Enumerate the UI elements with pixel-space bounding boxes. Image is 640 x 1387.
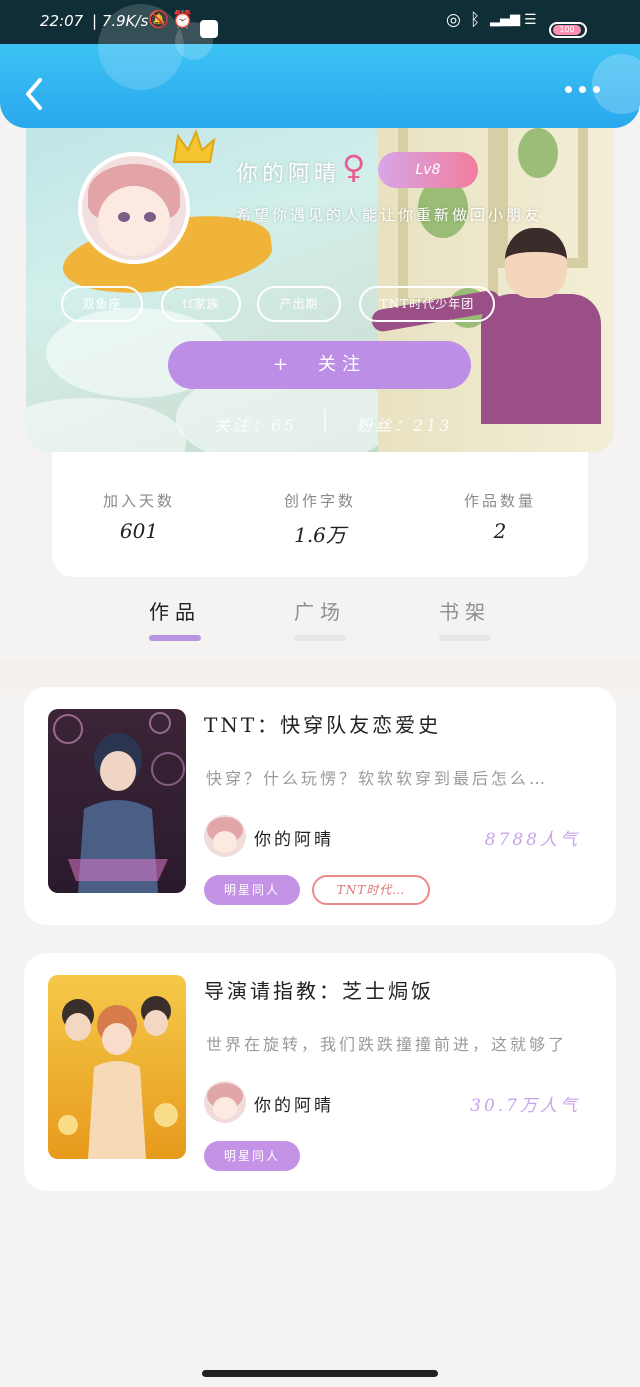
following-count[interactable]: 关注：65 [214, 412, 297, 436]
battery-icon: 100 [549, 22, 587, 38]
banner-character-art [370, 228, 601, 453]
fans-count[interactable]: 粉丝：213 [356, 412, 453, 436]
work-cover-image[interactable] [48, 975, 186, 1159]
status-network-speed: | 7.9K/s [92, 12, 149, 30]
top-nav-bar: 22:07 | 7.9K/s 🔕 ⏰ ◎ ᛒ ▂▄▆ ☰ 100 [0, 0, 640, 128]
work-tag-chip[interactable]: TNT时代… [312, 875, 430, 905]
more-button[interactable] [565, 86, 600, 93]
status-bar: 22:07 | 7.9K/s 🔕 ⏰ ◎ ᛒ ▂▄▆ ☰ 100 [0, 0, 640, 44]
decor-bubble [592, 54, 640, 114]
work-card[interactable]: 导演请指教：芝士焗饭 世界在旋转，我们跌跌撞撞前进，这就够了 你的阿晴 30.7… [24, 953, 616, 1191]
work-cover-image[interactable] [48, 709, 186, 893]
home-indicator[interactable] [202, 1370, 438, 1377]
stat-label: 加入天数 [102, 492, 175, 510]
author-name[interactable]: 你的阿晴 [254, 825, 334, 850]
username: 你的阿晴 [236, 162, 341, 187]
tab-indicator [149, 635, 201, 641]
work-card[interactable]: TNT：快穿队友恋爱史 快穿？什么玩愣？软软软穿到最后怎么… 你的阿晴 8788… [24, 687, 616, 925]
work-description: 世界在旋转，我们跌跌撞撞前进，这就够了 [206, 1035, 568, 1054]
stat-value: 601 [119, 519, 159, 543]
work-category-chip[interactable]: 明星同人 [204, 1141, 300, 1171]
work-category-chip[interactable]: 明星同人 [204, 875, 300, 905]
content-tabs: 作品 广场 书架 [0, 588, 640, 660]
profile-tag[interactable]: 产出期 [257, 286, 341, 322]
stat-value: 1.6万 [294, 523, 346, 547]
more-dots-icon [565, 86, 572, 93]
stat-label: 创作字数 [283, 492, 356, 510]
work-title[interactable]: 导演请指教：芝士焗饭 [204, 975, 434, 1004]
profile-tag[interactable]: tf家族 [161, 286, 241, 322]
wifi-icon: ☰ [524, 12, 537, 28]
bluetooth-icon: ᛒ [470, 10, 481, 30]
work-popularity: 30.7万人气 [470, 1096, 580, 1116]
author-avatar[interactable] [204, 815, 246, 857]
alarm-icon: ⏰ [172, 10, 194, 30]
bell-muted-icon: 🔕 [148, 10, 170, 30]
stats-card: 加入天数 601 创作字数 1.6万 作品数量 2 [52, 452, 588, 577]
author-name[interactable]: 你的阿晴 [254, 1091, 334, 1116]
work-popularity: 8788人气 [484, 830, 580, 850]
female-gender-icon: ♀ [342, 148, 366, 186]
work-title[interactable]: TNT：快穿队友恋爱史 [204, 709, 441, 738]
banner-cloud [26, 398, 186, 453]
stat-word-count: 创作字数 1.6万 [245, 490, 395, 548]
stat-join-days: 加入天数 601 [64, 490, 214, 543]
status-time: 22:07 [40, 12, 84, 30]
message-icon [200, 20, 218, 38]
stat-work-count: 作品数量 2 [425, 490, 575, 543]
chevron-left-icon [26, 78, 42, 110]
stat-label: 作品数量 [463, 492, 536, 510]
back-button[interactable] [22, 74, 48, 114]
crown-icon [172, 129, 216, 163]
section-divider [0, 660, 640, 690]
signal-icon: ▂▄▆ [490, 12, 520, 27]
tab-indicator [439, 635, 491, 641]
profile-tag[interactable]: TNT时代少年团 [359, 286, 495, 322]
follow-button[interactable]: + 关注 [168, 341, 471, 389]
tab-bookshelf[interactable]: 书架 [420, 596, 510, 625]
profile-page: 22:07 | 7.9K/s 🔕 ⏰ ◎ ᛒ ▂▄▆ ☰ 100 你的阿晴 ♀ … [0, 0, 640, 1387]
hotspot-icon: ◎ [446, 10, 461, 30]
tab-indicator [294, 635, 346, 641]
tab-works[interactable]: 作品 [130, 596, 220, 625]
profile-tag[interactable]: 双鱼座 [61, 286, 143, 322]
stat-value: 2 [493, 519, 507, 543]
user-motto: 希望你遇见的人能让你重新做回小朋友 [236, 206, 543, 224]
tab-square[interactable]: 广场 [275, 596, 365, 625]
work-description: 快穿？什么玩愣？软软软穿到最后怎么… [206, 769, 549, 788]
stat-divider [324, 410, 326, 432]
author-avatar[interactable] [204, 1081, 246, 1123]
level-badge: Lv8 [378, 152, 478, 188]
